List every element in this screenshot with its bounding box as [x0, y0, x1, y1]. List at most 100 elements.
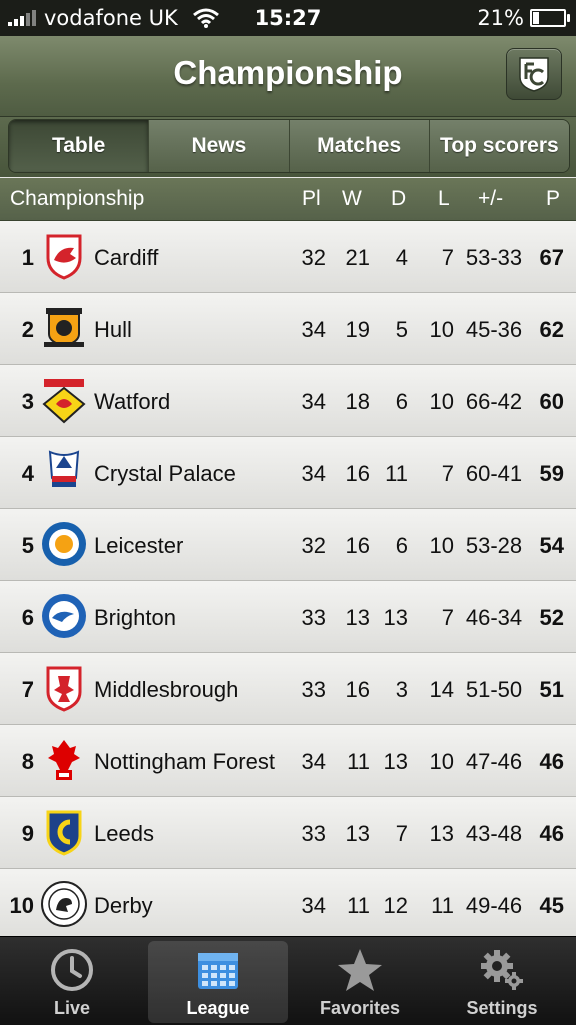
row-goals: 49-46: [465, 893, 523, 918]
calendar-icon: [198, 953, 238, 989]
club-badge-icon: [519, 57, 549, 92]
row-team: Leeds: [94, 821, 154, 846]
row-team: Derby: [94, 893, 153, 918]
row-won: 13: [345, 605, 370, 630]
table-header: Championship Pl W D L +/- P: [0, 178, 576, 221]
row-position: 4: [21, 461, 34, 486]
cardiff-crest-icon: [46, 234, 82, 280]
row-lost: 7: [441, 245, 454, 270]
row-lost: 13: [429, 821, 454, 846]
row-won: 16: [345, 461, 370, 486]
row-team: Cardiff: [94, 245, 159, 270]
row-goals: 43-48: [465, 821, 523, 846]
row-position: 1: [21, 245, 34, 270]
tab-league-label: League: [186, 998, 250, 1018]
segment-matches[interactable]: Matches: [288, 120, 429, 172]
table-row[interactable]: 4 Crystal Palace 34 16 11 7 60-41 59: [0, 437, 576, 509]
tab-favorites[interactable]: Favorites: [290, 941, 430, 1023]
row-position: 8: [21, 749, 34, 774]
row-lost: 10: [429, 317, 454, 342]
middlesbrough-crest-icon: [46, 666, 82, 712]
row-lost: 10: [429, 389, 454, 414]
battery-percent: 21%: [477, 6, 524, 30]
tab-settings-label: Settings: [466, 998, 538, 1018]
row-goals: 51-50: [465, 677, 523, 702]
row-played: 34: [301, 461, 326, 486]
row-position: 2: [21, 317, 34, 342]
row-drawn: 6: [395, 389, 408, 414]
league-name: Championship: [10, 187, 145, 210]
segment-top-scorers[interactable]: Top scorers: [428, 120, 569, 172]
row-points: 46: [539, 749, 564, 774]
table-row[interactable]: 1 Cardiff 32 21 4 7 53-33 67: [0, 221, 576, 293]
table-row[interactable]: 8 Nottingham Forest 34 11 13 10 47-46 46: [0, 725, 576, 797]
row-points: 62: [539, 317, 564, 342]
row-position: 10: [9, 893, 34, 918]
row-points: 52: [539, 605, 564, 630]
navigation-bar: Championship: [0, 36, 576, 117]
row-position: 7: [21, 677, 34, 702]
row-team: Watford: [94, 389, 171, 414]
crystal-palace-crest-icon: [48, 450, 80, 487]
derby-crest-icon: [41, 881, 87, 927]
row-goals: 66-42: [465, 389, 523, 414]
table-row[interactable]: 6 Brighton 33 13 13 7 46-34 52: [0, 581, 576, 653]
table-row[interactable]: 3 Watford 34 18 6 10 66-42 60: [0, 365, 576, 437]
row-drawn: 6: [395, 533, 408, 558]
leeds-crest-icon: [46, 810, 82, 856]
table-row[interactable]: 9 Leeds 33 13 7 13 43-48 46: [0, 797, 576, 869]
row-drawn: 3: [395, 677, 408, 702]
row-lost: 7: [441, 461, 454, 486]
watford-crest-icon: [42, 379, 86, 424]
row-drawn: 13: [383, 605, 408, 630]
tab-bar: Live League Favorites Settings: [0, 936, 576, 1025]
row-lost: 10: [429, 533, 454, 558]
row-lost: 14: [429, 677, 454, 702]
status-bar: vodafone UK 15:27 21%: [0, 0, 576, 36]
row-points: 60: [539, 389, 564, 414]
row-team: Leicester: [94, 533, 184, 558]
row-position: 3: [21, 389, 34, 414]
leicester-crest-icon: [42, 522, 86, 566]
row-drawn: 11: [385, 461, 408, 486]
hull-crest-icon: [44, 308, 84, 348]
tab-favorites-label: Favorites: [319, 998, 401, 1018]
segment-table[interactable]: Table: [9, 120, 149, 172]
segment-news[interactable]: News: [148, 120, 289, 172]
row-played: 33: [301, 605, 326, 630]
row-played: 32: [301, 245, 326, 270]
col-lost: L: [438, 187, 450, 210]
row-won: 11: [347, 749, 370, 774]
row-goals: 47-46: [465, 749, 523, 774]
row-team: Nottingham Forest: [94, 749, 275, 774]
row-played: 34: [301, 389, 326, 414]
segmented-control: Table News Matches Top scorers: [8, 119, 570, 173]
row-drawn: 12: [383, 893, 408, 918]
table-row[interactable]: 2 Hull 34 19 5 10 45-36 62: [0, 293, 576, 365]
row-played: 33: [301, 677, 326, 702]
row-played: 34: [301, 317, 326, 342]
tab-settings[interactable]: Settings: [432, 941, 572, 1023]
row-played: 32: [301, 533, 326, 558]
row-position: 6: [21, 605, 34, 630]
club-badge-button[interactable]: [506, 48, 562, 100]
row-points: 51: [539, 677, 564, 702]
tab-live[interactable]: Live: [2, 941, 142, 1023]
table-row[interactable]: 5 Leicester 32 16 6 10 53-28 54: [0, 509, 576, 581]
tab-league[interactable]: League: [148, 941, 288, 1023]
table-row[interactable]: 7 Middlesbrough 33 16 3 14 51-50 51: [0, 653, 576, 725]
row-drawn: 4: [395, 245, 408, 270]
row-lost: 10: [429, 749, 454, 774]
col-won: W: [342, 187, 362, 210]
battery-icon: [530, 9, 570, 27]
row-won: 16: [345, 677, 370, 702]
table-row[interactable]: 10 Derby 34 11 12 11 49-46 45: [0, 869, 576, 941]
clock-icon: [51, 949, 93, 991]
row-lost: 11: [431, 893, 454, 918]
row-points: 45: [539, 893, 564, 918]
row-position: 5: [21, 533, 34, 558]
page-title: Championship: [173, 54, 403, 91]
row-goals: 53-33: [465, 245, 523, 270]
gear-icon: [481, 950, 523, 990]
col-played: Pl: [302, 187, 321, 210]
